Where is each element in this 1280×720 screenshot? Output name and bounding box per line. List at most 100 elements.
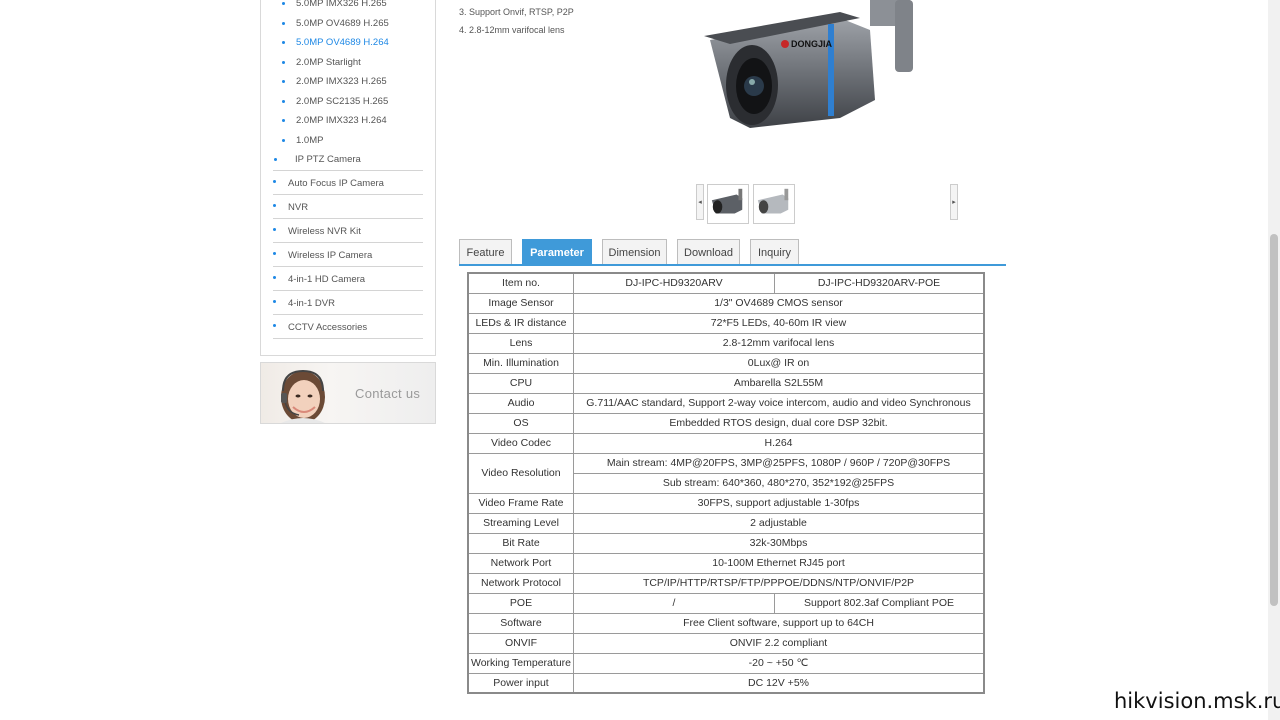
bullet-icon — [273, 252, 276, 255]
table-row: Lens 2.8-12mm varifocal lens — [467, 332, 985, 354]
param-key: Power input — [467, 672, 574, 694]
table-row: ONVIF ONVIF 2.2 compliant — [467, 632, 985, 654]
table-row: OS Embedded RTOS design, dual core DSP 32… — [467, 412, 985, 434]
thumbnail-1[interactable] — [707, 184, 749, 224]
bullet-icon — [282, 22, 285, 25]
camera-brand-text: DONGJIA — [791, 39, 833, 49]
param-key: Network Port — [467, 552, 574, 574]
param-key: Working Temperature — [467, 652, 574, 674]
param-key: LEDs & IR distance — [467, 312, 574, 334]
param-key: OS — [467, 412, 574, 434]
table-row: Streaming Level 2 adjustable — [467, 512, 985, 534]
tab-inquiry[interactable]: Inquiry — [750, 239, 799, 264]
tab-parameter[interactable]: Parameter — [522, 239, 592, 264]
parameter-table: Item no. DJ-IPC-HD9320ARV DJ-IPC-HD9320A… — [467, 272, 985, 694]
bullet-icon — [273, 276, 276, 279]
tab-feature[interactable]: Feature — [459, 239, 512, 264]
bullet-icon — [282, 100, 285, 103]
param-value: DC 12V +5% — [573, 672, 985, 694]
param-value: TCP/IP/HTTP/RTSP/FTP/PPPOE/DDNS/NTP/ONVI… — [573, 572, 985, 594]
param-value: G.711/AAC standard, Support 2-way voice … — [573, 392, 985, 414]
param-value: DJ-IPC-HD9320ARV — [573, 272, 775, 294]
param-key: Image Sensor — [467, 292, 574, 314]
param-value: ONVIF 2.2 compliant — [573, 632, 985, 654]
watermark-text: hikvision.msk.ru — [1114, 689, 1280, 713]
table-row: Audio G.711/AAC standard, Support 2-way v… — [467, 392, 985, 414]
bullet-icon — [273, 180, 276, 183]
param-value: 1/3" OV4689 CMOS sensor — [573, 292, 985, 314]
thumbnail-carousel: ◂ ▸ — [696, 184, 958, 224]
tab-download[interactable]: Download — [677, 239, 740, 264]
param-value: 72*F5 LEDs, 40-60m IR view — [573, 312, 985, 334]
prev-arrow-icon[interactable]: ◂ — [696, 184, 704, 220]
thumbnail-2[interactable] — [753, 184, 795, 224]
param-value: 10-100M Ethernet RJ45 port — [573, 552, 985, 574]
bullet-icon — [282, 139, 285, 142]
param-key: Video Frame Rate — [467, 492, 574, 514]
page-scrollbar-thumb[interactable] — [1270, 234, 1278, 606]
table-row: Working Temperature -20 ~ +50 ℃ — [467, 652, 985, 674]
support-agent-image — [281, 369, 325, 423]
product-tabs: Feature Parameter Dimension Download Inq… — [459, 239, 1006, 266]
param-key: Min. Illumination — [467, 352, 574, 374]
param-key: Audio — [467, 392, 574, 414]
sidebar-category[interactable]: 4-in-1 DVR — [273, 291, 423, 315]
bullet-icon — [282, 80, 285, 83]
param-key: Item no. — [467, 272, 574, 294]
param-key: Video Codec — [467, 432, 574, 454]
feature-line: 3. Support Onvif, RTSP, P2P — [459, 7, 574, 17]
param-value: Support 802.3af Compliant POE — [774, 592, 985, 614]
param-value: 2 adjustable — [573, 512, 985, 534]
bullet-icon — [274, 158, 277, 161]
table-row: LEDs & IR distance 72*F5 LEDs, 40-60m IR … — [467, 312, 985, 334]
camera-thumb-image — [757, 188, 789, 214]
param-value: 30FPS, support adjustable 1-30fps — [573, 492, 985, 514]
sidebar-category[interactable]: NVR — [273, 195, 423, 219]
table-row: Video Frame Rate 30FPS, support adjustabl… — [467, 492, 985, 514]
bullet-icon — [282, 2, 285, 5]
next-arrow-icon[interactable]: ▸ — [950, 184, 958, 220]
table-row: Power input DC 12V +5% — [467, 672, 985, 694]
table-row: Video Codec H.264 — [467, 432, 985, 454]
sidebar-category[interactable]: 4-in-1 HD Camera — [273, 267, 423, 291]
bullet-icon — [282, 119, 285, 122]
param-value: DJ-IPC-HD9320ARV-POE — [774, 272, 985, 294]
param-value: Free Client software, support up to 64CH — [573, 612, 985, 634]
sidebar-category[interactable]: Wireless NVR Kit — [273, 219, 423, 243]
bullet-icon — [282, 61, 285, 64]
bullet-icon — [273, 228, 276, 231]
bullet-icon — [273, 324, 276, 327]
sidebar-category[interactable]: Wireless IP Camera — [273, 243, 423, 267]
param-value: 32k-30Mbps — [573, 532, 985, 554]
tab-dimension[interactable]: Dimension — [602, 239, 667, 264]
param-key: ONVIF — [467, 632, 574, 654]
param-value: Embedded RTOS design, dual core DSP 32bi… — [573, 412, 985, 434]
param-key: Streaming Level — [467, 512, 574, 534]
table-row: Network Protocol TCP/IP/HTTP/RTSP/FTP/PPP… — [467, 572, 985, 594]
sidebar-category[interactable]: CCTV Accessories — [273, 315, 423, 339]
param-key: Video Resolution — [467, 452, 574, 494]
param-key: Bit Rate — [467, 532, 574, 554]
table-row: Software Free Client software, support up… — [467, 612, 985, 634]
param-value: Sub stream: 640*360, 480*270, 352*192@25… — [573, 472, 985, 494]
product-camera-image: DONGJIA — [704, 0, 913, 128]
param-value: / — [573, 592, 775, 614]
bullet-icon — [273, 204, 276, 207]
param-key: Software — [467, 612, 574, 634]
param-key: CPU — [467, 372, 574, 394]
bullet-icon — [282, 41, 285, 44]
param-value: 0Lux@ IR on — [573, 352, 985, 374]
contact-us-banner[interactable]: Contact us — [260, 362, 436, 424]
product-category-sidebar: 5.0MP IMX326 H.265 5.0MP OV4689 H.265 5.… — [260, 0, 436, 356]
camera-thumb-image — [711, 188, 743, 214]
param-value: 2.8-12mm varifocal lens — [573, 332, 985, 354]
table-row: Item no. DJ-IPC-HD9320ARV DJ-IPC-HD9320A… — [467, 272, 985, 294]
table-row: CPU Ambarella S2L55M — [467, 372, 985, 394]
param-value: H.264 — [573, 432, 985, 454]
sidebar-category[interactable]: Auto Focus IP Camera — [273, 171, 423, 195]
table-row: POE / Support 802.3af Compliant POE — [467, 592, 985, 614]
param-value: -20 ~ +50 ℃ — [573, 652, 985, 674]
param-value: Ambarella S2L55M — [573, 372, 985, 394]
table-row: Video Resolution Main stream: 4MP@20FPS,… — [467, 452, 985, 494]
param-key: Lens — [467, 332, 574, 354]
